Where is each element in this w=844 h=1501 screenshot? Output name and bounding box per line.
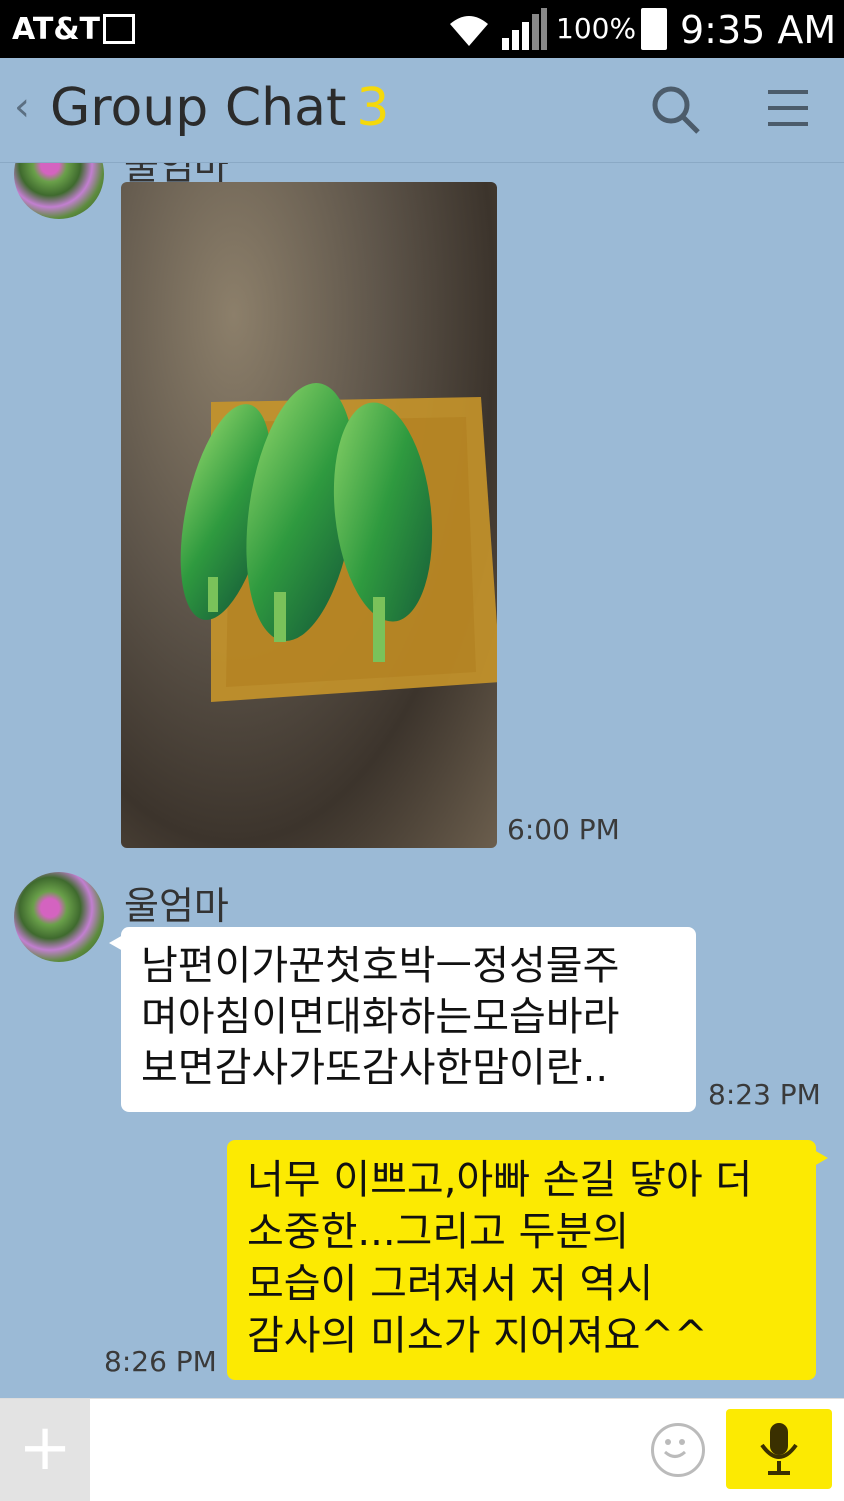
wifi-icon bbox=[450, 16, 488, 46]
back-chevron-icon[interactable]: ‹ bbox=[14, 84, 30, 130]
signal-icon bbox=[502, 8, 547, 50]
battery-icon bbox=[641, 8, 667, 50]
mic-button[interactable] bbox=[726, 1409, 832, 1489]
search-icon[interactable] bbox=[650, 84, 702, 136]
message-line: 며아침이면대화하는모습바라 bbox=[141, 994, 620, 1040]
message-input[interactable] bbox=[100, 1409, 640, 1489]
message-input-bar: + bbox=[0, 1398, 844, 1501]
message-line: 감사의 미소가 지어져요^^ bbox=[247, 1313, 708, 1359]
message-time: 8:23 PM bbox=[708, 1078, 821, 1111]
chat-title-text: Group Chat bbox=[50, 78, 347, 138]
sender-name: 울엄마 bbox=[124, 884, 229, 928]
battery-percent: 100% bbox=[556, 12, 637, 45]
clock: 9:35 AM bbox=[680, 8, 837, 52]
message-line: 소중한...그리고 두분의 bbox=[247, 1209, 630, 1255]
message-line: 보면감사가또감사한맘이란.. bbox=[141, 1045, 609, 1091]
incoming-message-bubble[interactable]: 남편이가꾼첫호박ㅡ정성물주 며아침이면대화하는모습바라 보면감사가또감사한맘이란… bbox=[109, 927, 696, 1112]
chat-header: ‹ Group Chat 3 bbox=[0, 58, 844, 163]
zucchini-image bbox=[180, 383, 497, 702]
plus-button[interactable]: + bbox=[0, 1399, 90, 1501]
avatar[interactable] bbox=[14, 872, 104, 962]
message-line: 남편이가꾼첫호박ㅡ정성물주 bbox=[141, 943, 620, 989]
zucchini-photo[interactable] bbox=[121, 182, 497, 848]
image-notification-icon bbox=[103, 14, 135, 44]
message-time: 8:26 PM bbox=[104, 1345, 217, 1378]
message-line: 모습이 그려져서 저 역시 bbox=[247, 1261, 654, 1307]
microphone-icon bbox=[760, 1423, 798, 1475]
chat-area[interactable]: 울엄마 6:00 PM 울엄마 남편이가꾼첫호박ㅡ정성물주 며아침이면대화하는모… bbox=[0, 163, 844, 1398]
avatar[interactable] bbox=[14, 163, 104, 219]
chat-title: Group Chat 3 bbox=[50, 78, 389, 138]
status-bar: AT&T 100% 9:35 AM bbox=[0, 0, 844, 58]
menu-icon[interactable] bbox=[768, 90, 808, 138]
outgoing-message-bubble[interactable]: 너무 이쁘고,아빠 손길 닿아 더 소중한...그리고 두분의 모습이 그려져서… bbox=[227, 1140, 828, 1380]
message-time: 6:00 PM bbox=[507, 813, 620, 846]
carrier-label: AT&T bbox=[12, 12, 100, 47]
message-line: 너무 이쁘고,아빠 손길 닿아 더 bbox=[247, 1157, 753, 1203]
emoji-icon[interactable] bbox=[651, 1423, 705, 1477]
member-count: 3 bbox=[356, 78, 390, 138]
